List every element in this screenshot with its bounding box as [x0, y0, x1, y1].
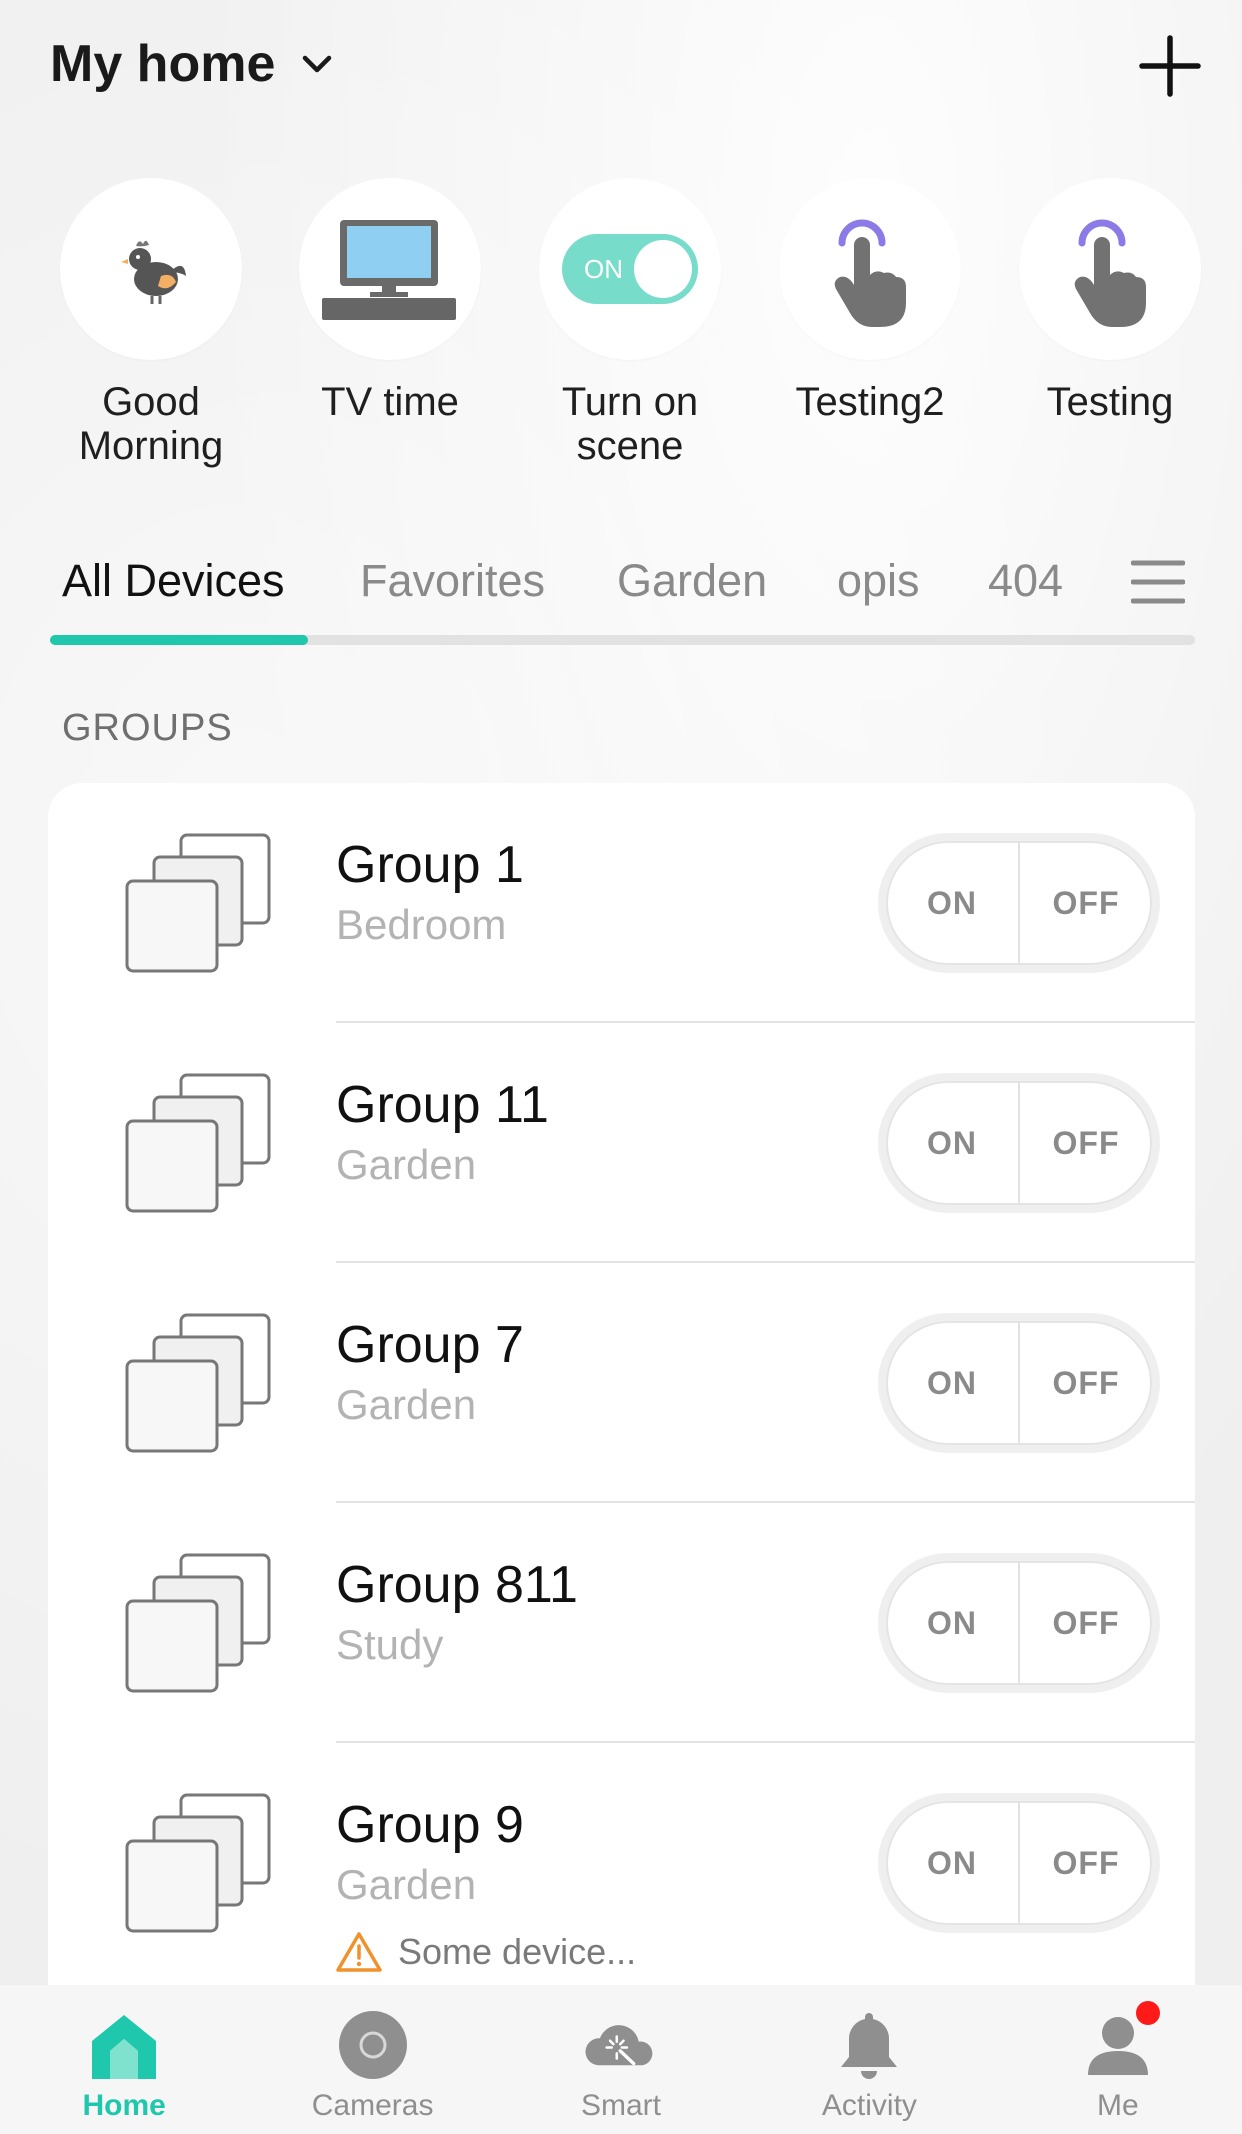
scene-button[interactable]: [299, 178, 481, 360]
nav-label: Activity: [821, 2089, 917, 2122]
nav-smart[interactable]: Smart: [497, 1985, 745, 2134]
group-room: Garden: [336, 1861, 477, 1908]
list-item[interactable]: Group 1 Bedroom ON OFF: [48, 783, 1195, 1023]
on-off-toggle: ON OFF: [878, 833, 1160, 973]
tap-hand-icon: [1074, 219, 1146, 327]
on-button[interactable]: ON: [886, 1081, 1018, 1205]
on-off-toggle: ON OFF: [878, 1313, 1160, 1453]
group-list: Group 1 Bedroom ON OFF Group 11 Garden O…: [48, 783, 1195, 2003]
on-button[interactable]: ON: [886, 1801, 1018, 1925]
bell-icon: [841, 2013, 898, 2079]
group-name: Group 11: [336, 1076, 549, 1134]
room-tabs: All Devices Favorites Garden opis 404: [50, 545, 1195, 645]
camera-icon: [338, 2011, 407, 2079]
group-room: Bedroom: [336, 901, 507, 948]
section-label-groups: GROUPS: [62, 707, 233, 749]
off-button[interactable]: OFF: [1020, 1321, 1152, 1445]
list-item[interactable]: Group 11 Garden ON OFF: [48, 1023, 1195, 1263]
header: My home: [0, 0, 1242, 140]
nav-label: Cameras: [311, 2089, 434, 2122]
nav-label: Me: [1096, 2089, 1139, 2122]
nav-label: Smart: [581, 2089, 662, 2122]
tab-garden[interactable]: Garden: [617, 555, 767, 607]
tab-404[interactable]: 404: [988, 555, 1063, 607]
bottom-nav: Home Cameras Smart Activity Me: [0, 1985, 1242, 2134]
off-button[interactable]: OFF: [1020, 1561, 1152, 1685]
on-off-toggle: ON OFF: [878, 1793, 1160, 1933]
group-icon: [125, 1073, 271, 1213]
scene-tv-time[interactable]: TV time: [270, 178, 510, 424]
on-off-toggle: ON OFF: [878, 1553, 1160, 1693]
tap-hand-icon: [834, 219, 906, 327]
nav-home[interactable]: Home: [0, 1985, 248, 2134]
group-icon: [125, 1313, 271, 1453]
scene-label: Testing: [1046, 380, 1174, 424]
scene-button[interactable]: [1019, 178, 1201, 360]
off-button[interactable]: OFF: [1020, 841, 1152, 965]
on-button[interactable]: ON: [886, 1561, 1018, 1685]
group-name: Group 9: [336, 1796, 524, 1854]
scene-good-morning[interactable]: Good Morning: [31, 178, 271, 468]
scene-button[interactable]: ON: [539, 178, 721, 360]
scene-label: Turn on scene: [561, 380, 699, 468]
home-title: My home: [50, 35, 276, 93]
on-off-toggle: ON OFF: [878, 1073, 1160, 1213]
scene-turn-on[interactable]: ON Turn on scene: [510, 178, 750, 468]
nav-label: Home: [82, 2089, 166, 2122]
scene-label: Testing2: [795, 380, 945, 424]
group-room: Garden: [336, 1381, 477, 1428]
scene-testing[interactable]: Testing: [990, 178, 1230, 424]
switch-text: ON: [584, 254, 623, 284]
home-icon: [92, 2015, 157, 2079]
group-icon: [125, 1553, 271, 1693]
group-icon: [125, 833, 271, 973]
on-button[interactable]: ON: [886, 841, 1018, 965]
smart-cloud-icon: [585, 2025, 653, 2066]
scene-button[interactable]: [779, 178, 961, 360]
list-item[interactable]: Group 811 Study ON OFF: [48, 1503, 1195, 1743]
warning-text: Some device...: [398, 1931, 637, 1972]
tab-all-devices[interactable]: All Devices: [62, 555, 285, 607]
tab-favorites[interactable]: Favorites: [360, 555, 545, 607]
tab-opis[interactable]: opis: [837, 555, 920, 607]
add-icon[interactable]: [1138, 34, 1202, 98]
group-icon: [125, 1793, 271, 1933]
list-item[interactable]: Group 7 Garden ON OFF: [48, 1263, 1195, 1503]
warning-icon: [336, 1932, 382, 1972]
menu-icon[interactable]: [1131, 555, 1185, 609]
tv-icon: [322, 220, 456, 320]
chevron-down-icon: [303, 55, 332, 73]
notification-dot: [1135, 2001, 1160, 2025]
off-button[interactable]: OFF: [1020, 1801, 1152, 1925]
group-room: Garden: [336, 1141, 477, 1188]
switch-on-icon: ON: [562, 234, 698, 304]
group-name: Group 1: [336, 836, 524, 894]
scene-label: TV time: [321, 380, 459, 424]
off-button[interactable]: OFF: [1020, 1081, 1152, 1205]
scene-shortcuts: Good Morning TV time ON Turn on scene Te…: [0, 178, 1242, 478]
scene-button[interactable]: [60, 178, 242, 360]
list-item[interactable]: Group 9 Garden Some device... ON OFF: [48, 1743, 1195, 1983]
group-name: Group 7: [336, 1316, 524, 1374]
group-name: Group 811: [336, 1556, 578, 1614]
nav-cameras[interactable]: Cameras: [248, 1985, 496, 2134]
tab-indicator: [50, 635, 308, 645]
scene-testing2[interactable]: Testing2: [750, 178, 990, 424]
rooster-icon: [121, 240, 186, 304]
nav-activity[interactable]: Activity: [745, 1985, 993, 2134]
scene-label: Good Morning: [78, 380, 224, 468]
home-selector[interactable]: My home: [50, 34, 337, 94]
on-button[interactable]: ON: [886, 1321, 1018, 1445]
group-warning[interactable]: Some device...: [336, 1931, 636, 1973]
nav-me[interactable]: Me: [994, 1985, 1242, 2134]
group-room: Study: [336, 1621, 444, 1668]
